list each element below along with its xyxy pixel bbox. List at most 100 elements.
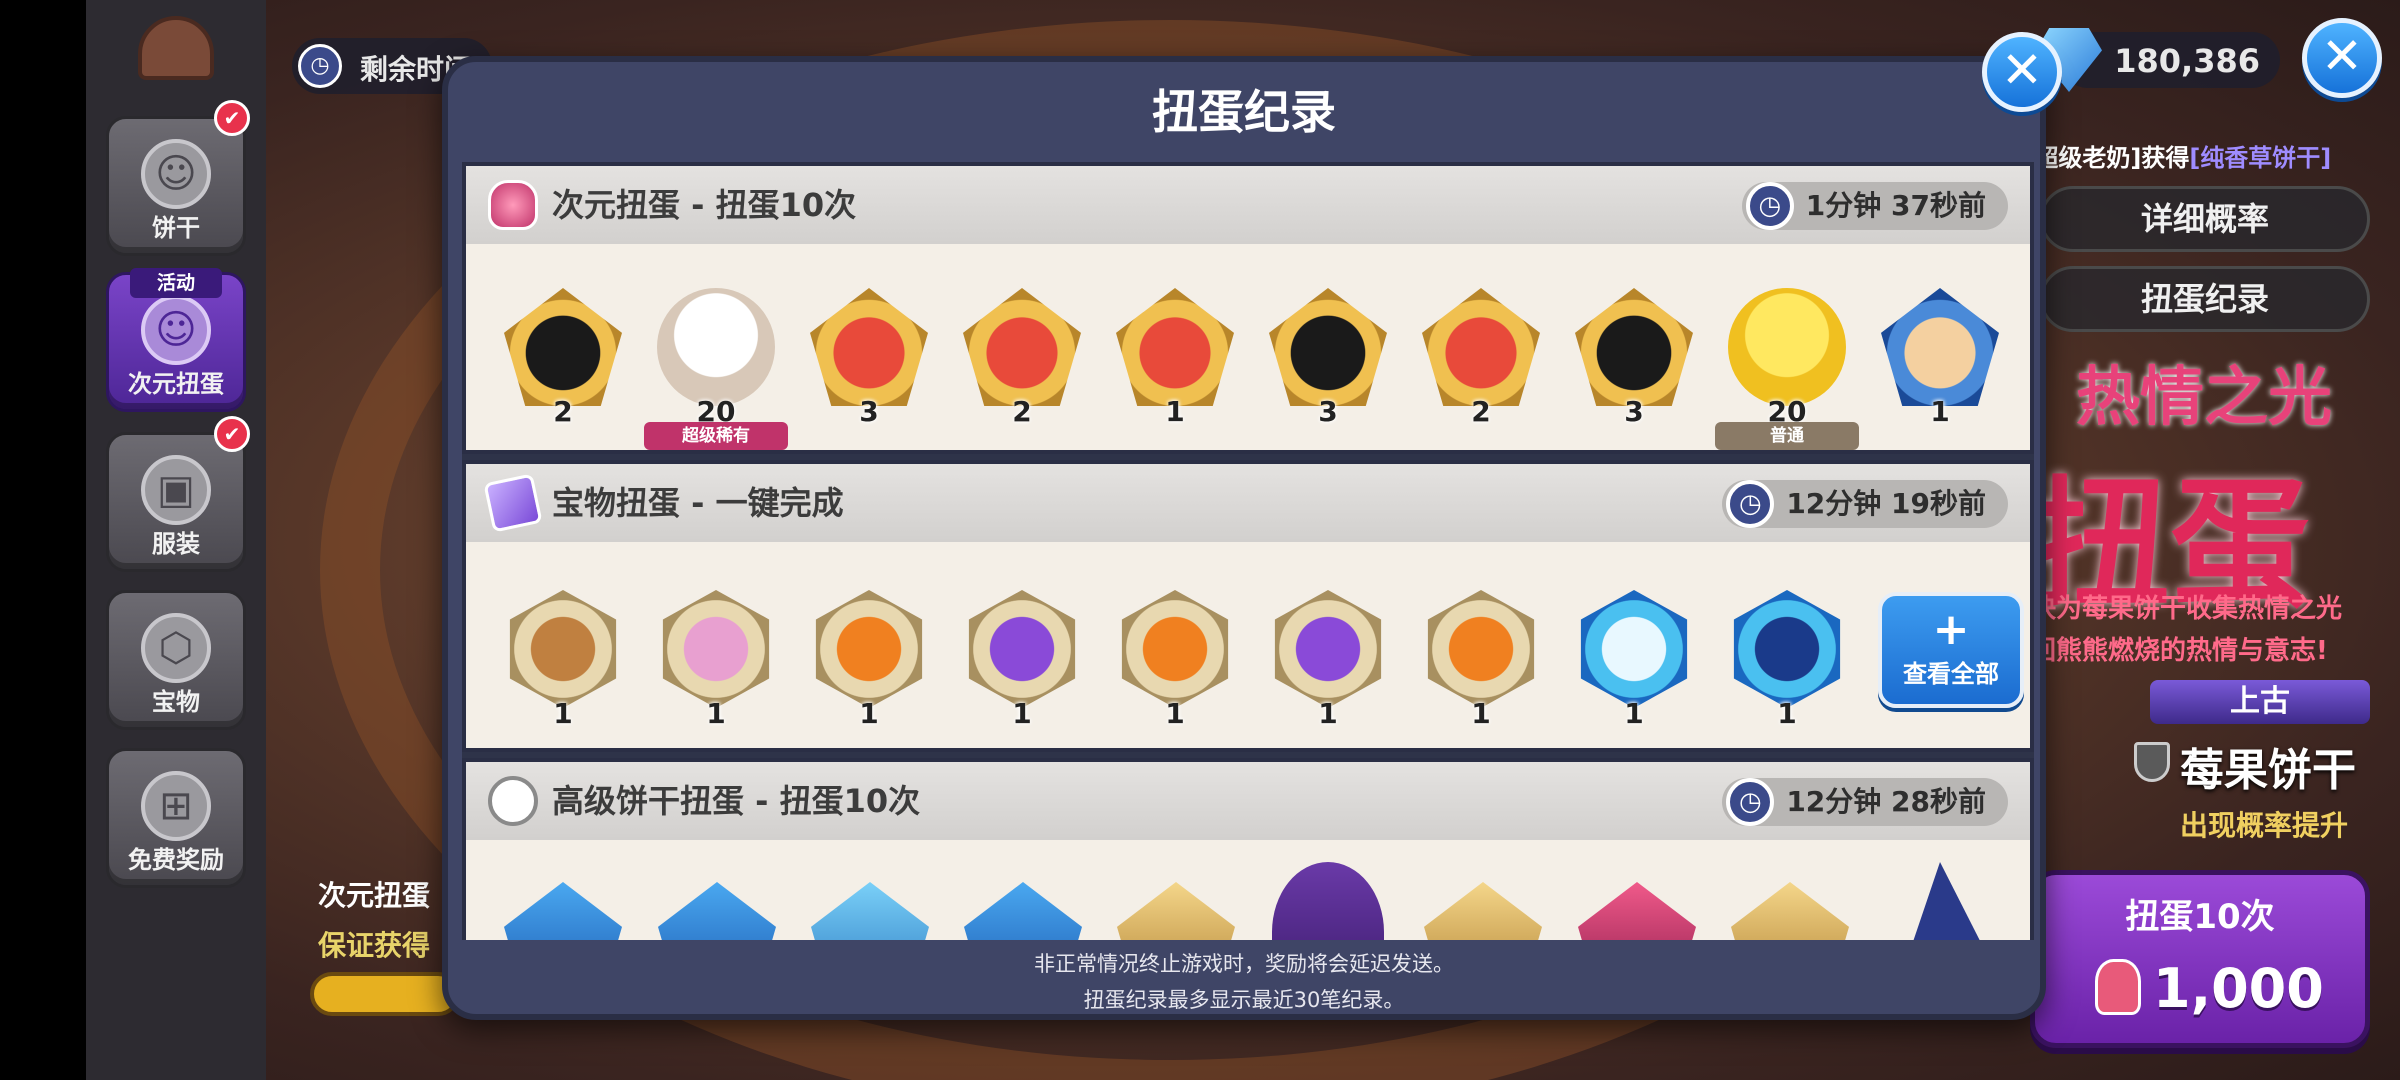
reward-count: 1 (1624, 697, 1644, 730)
log-entry-header: 宝物扭蛋 - 一键完成 ◷ 12分钟 19秒前 (466, 464, 2030, 542)
reward-count: 2 (1471, 395, 1491, 428)
guarantee-progress-bar (310, 972, 460, 1016)
soulstone-red-icon (963, 288, 1081, 406)
soulstone-blue-icon (658, 882, 776, 940)
log-entry-title: 宝物扭蛋 - 一键完成 (552, 484, 844, 522)
log-entry-premium-cookie-gacha: 高级饼干扭蛋 - 扭蛋10次 ◷ 12分钟 28秒前 (462, 758, 2034, 940)
reward-count: 1 (1012, 697, 1032, 730)
soulstone-blue-icon (964, 882, 1082, 940)
sidebar-item-cookies[interactable]: ☺ 饼干 (106, 116, 246, 256)
rarity-tag: 普通 (1715, 422, 1859, 450)
gift-icon: ⊞ (141, 771, 211, 841)
reward-item[interactable]: 1 (1422, 590, 1540, 730)
reward-item[interactable]: 20 普通 (1715, 288, 1859, 450)
soulstone-pink-icon (1578, 882, 1696, 940)
reward-item[interactable]: 3 (1269, 288, 1387, 428)
reward-count: 1 (1165, 697, 1185, 730)
footer-note-limit: 扭蛋纪录最多显示最近30笔纪录。 (1083, 988, 1405, 1012)
cookie-wizard-icon (1896, 862, 2006, 940)
clock-icon: ◷ (298, 44, 342, 88)
event-tag: 活动 (130, 268, 222, 298)
dimension-ticket-icon (2095, 959, 2141, 1015)
soulstone-dark-icon (504, 288, 622, 406)
cookie-white-lily-icon (657, 288, 775, 406)
reward-item[interactable]: 1 (1575, 590, 1693, 730)
treasure-chest-icon (509, 590, 617, 708)
plus-icon: + (1932, 604, 1970, 655)
gacha-name-text: 次元扭蛋 (318, 879, 431, 912)
sidebar-item-free-rewards[interactable]: ⊞ 免费奖励 (106, 748, 246, 888)
modal-footer: 非正常情况终止游戏时，奖励将会延迟发送。 扭蛋纪录最多显示最近30笔纪录。 (448, 940, 2040, 1020)
guarantee-text: 保证获得 (318, 929, 431, 962)
reward-item[interactable]: 2 (504, 288, 622, 428)
banner-title: 热情之光 (2076, 361, 2332, 435)
reward-item[interactable]: 1 (1116, 288, 1234, 428)
reward-count: 1 (553, 697, 573, 730)
reward-item[interactable]: 2 (1422, 288, 1540, 428)
reward-item[interactable]: 3 (810, 288, 928, 428)
soulstone-red-icon (810, 288, 928, 406)
reward-item[interactable]: 3 (1575, 288, 1693, 428)
cookie-purple-icon (1272, 862, 1384, 940)
reward-item[interactable]: 2 (963, 288, 1081, 428)
pull-10-button[interactable]: 扭蛋10次 1,000 (2030, 870, 2370, 1048)
reward-count: 1 (706, 697, 726, 730)
treasure-jelly-icon (1121, 590, 1229, 708)
soulstone-dark-icon (1269, 288, 1387, 406)
treasure-blue-gear-icon (1733, 590, 1841, 708)
reward-item[interactable]: 20 超级稀有 (644, 288, 788, 450)
gacha-log-button[interactable]: 扭蛋纪录 (2040, 266, 2370, 332)
reward-item[interactable]: 1 (1881, 288, 1999, 428)
reward-item[interactable]: 1 (810, 590, 928, 730)
sidebar-item-treasures[interactable]: ⬡ 宝物 (106, 590, 246, 730)
treasure-jelly-icon (815, 590, 923, 708)
rate-up-text: 出现概率提升 (2180, 809, 2349, 842)
soulstone-dark-icon (1575, 288, 1693, 406)
log-entry-header: 高级饼干扭蛋 - 扭蛋10次 ◷ 12分钟 28秒前 (466, 762, 2030, 840)
reward-item[interactable]: 1 (504, 590, 622, 730)
reward-item[interactable]: 1 (1116, 590, 1234, 730)
reward-count: 3 (1318, 395, 1338, 428)
sidebar-item-costumes[interactable]: ▣ 服装 (106, 432, 246, 572)
reward-count: 1 (1471, 697, 1491, 730)
treasure-ticket-icon (483, 473, 543, 533)
reward-item[interactable]: 1 (1269, 590, 1387, 730)
banner-desc-2: 回熊熊燃烧的热情与意志! (2030, 636, 2328, 666)
soulstone-gold-icon (1117, 882, 1235, 940)
reward-count: 1 (1777, 697, 1797, 730)
shield-icon (2134, 742, 2170, 782)
reward-item[interactable]: 1 (1728, 590, 1846, 730)
close-modal-button[interactable]: ✕ (1982, 32, 2062, 112)
gacha-log-list[interactable]: 次元扭蛋 - 扭蛋10次 ◷ 1分钟 37秒前 2 20 超级稀有 3 2 1 3 2 3 20 普… (462, 162, 2034, 940)
cookie-face-icon: ☺ (141, 139, 211, 209)
timestamp-pill: ◷ 12分钟 19秒前 (1722, 480, 2008, 528)
view-all-button[interactable]: + 查看全部 (1878, 592, 2024, 708)
gacha-log-modal: 扭蛋纪录 次元扭蛋 - 扭蛋10次 ◷ 1分钟 37秒前 2 20 超级稀有 3 2 1 3… (442, 56, 2046, 1020)
modal-title: 扭蛋纪录 (1152, 85, 1336, 139)
footer-note-delay: 非正常情况终止游戏时，奖励将会延迟发送。 (1034, 952, 1454, 976)
soulstone-gold-icon (1424, 882, 1542, 940)
cookie-face-icon: ☺ (141, 295, 211, 365)
featured-cookie-name: 莓果饼干 (2180, 745, 2356, 796)
soulstone-blue-icon (811, 882, 929, 940)
clock-icon: ◷ (1726, 778, 1775, 826)
cookie-golden-angel-icon (1728, 288, 1846, 406)
rarity-ancient-label: 上古 (2150, 680, 2370, 724)
soulstone-red-icon (1422, 288, 1540, 406)
log-entry-dimension-gacha: 次元扭蛋 - 扭蛋10次 ◷ 1分钟 37秒前 2 20 超级稀有 3 2 1 3 2 3 20 普… (462, 162, 2034, 454)
soulstone-gold-icon (1731, 882, 1849, 940)
treasure-purple-shell-icon (968, 590, 1076, 708)
treasure-clock-icon (662, 590, 770, 708)
log-entry-header: 次元扭蛋 - 扭蛋10次 ◷ 1分钟 37秒前 (466, 166, 2030, 244)
detail-rate-button[interactable]: 详细概率 (2040, 186, 2370, 252)
clock-icon: ◷ (1745, 182, 1794, 230)
reward-count: 2 (553, 395, 573, 428)
reward-item[interactable]: 1 (963, 590, 1081, 730)
close-shop-button[interactable]: ✕ (2302, 18, 2382, 98)
treasure-blue-wand-icon (1580, 590, 1688, 708)
reward-item[interactable]: 1 (657, 590, 775, 730)
log-entry-title: 高级饼干扭蛋 - 扭蛋10次 (552, 782, 921, 820)
reward-count: 3 (1624, 395, 1644, 428)
reward-count: 1 (1165, 395, 1185, 428)
treasure-purple-shell-icon (1274, 590, 1382, 708)
